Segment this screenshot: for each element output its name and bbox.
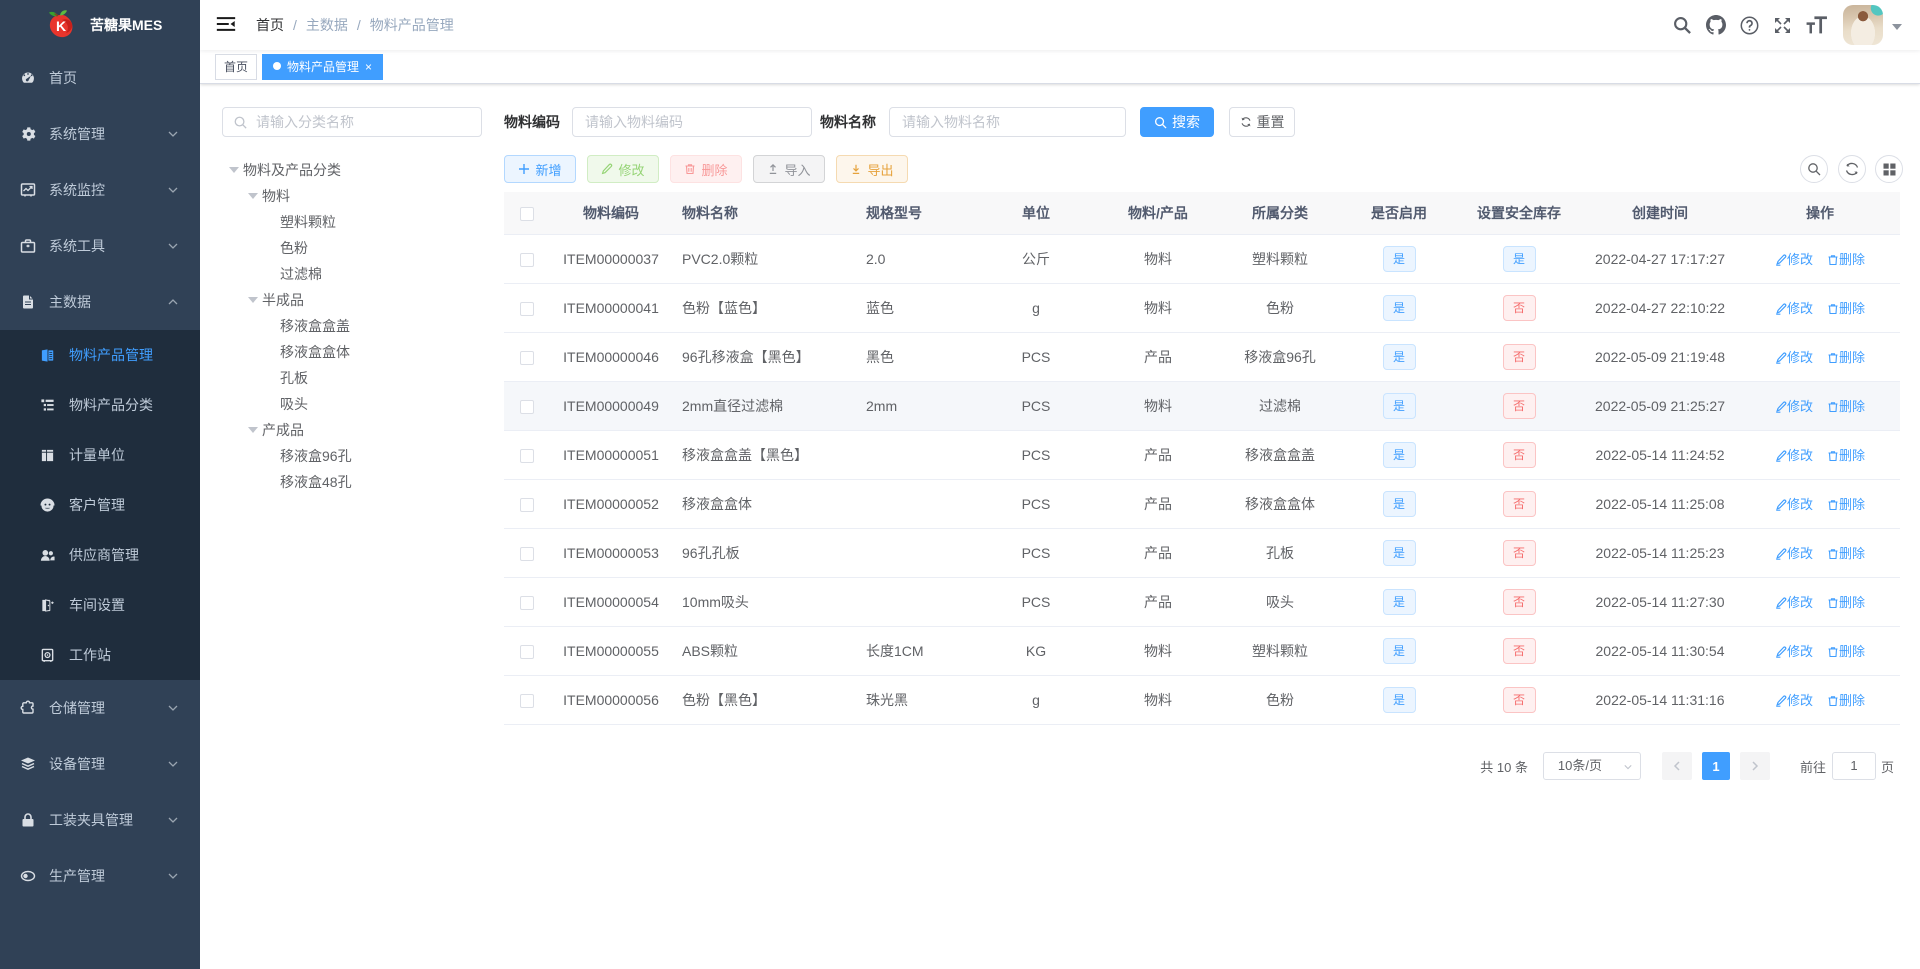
svg-text:K: K xyxy=(56,18,66,34)
